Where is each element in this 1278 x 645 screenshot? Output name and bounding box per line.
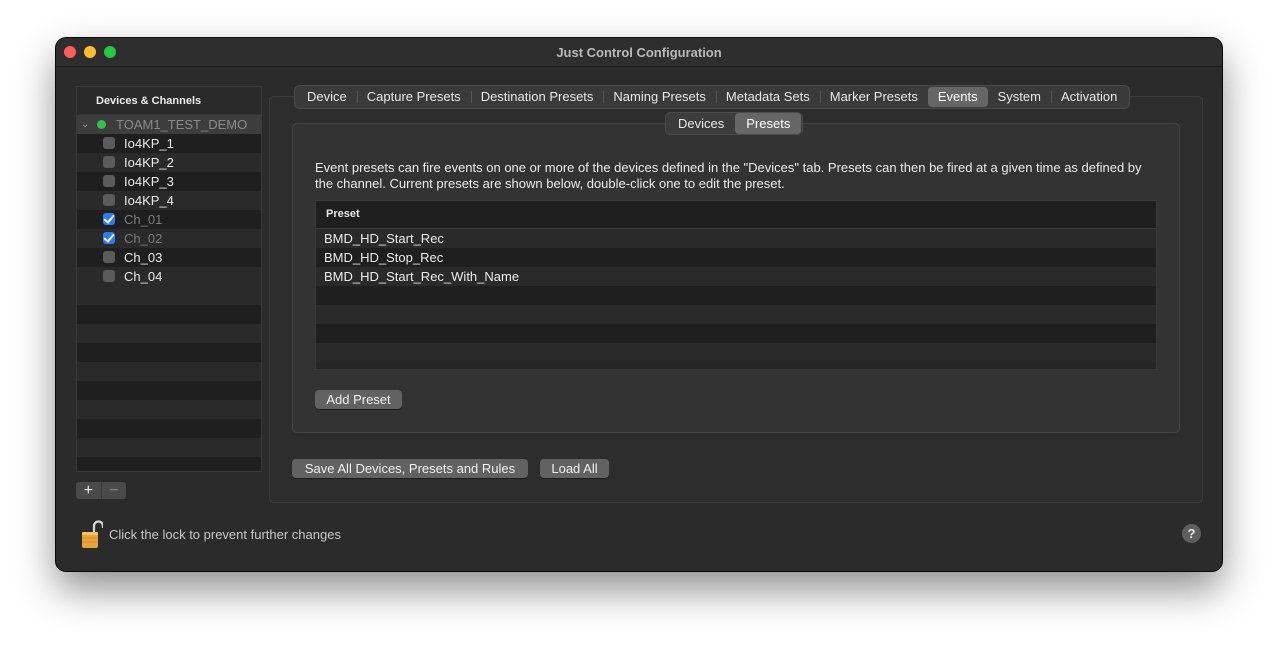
channel-label: Io4KP_3 (124, 174, 174, 189)
channel-row[interactable]: Io4KP_1 (77, 134, 261, 153)
lock-instruction: Click the lock to prevent further change… (109, 527, 341, 542)
subtab-devices[interactable]: Devices (667, 113, 735, 134)
channel-row[interactable]: Io4KP_4 (77, 191, 261, 210)
empty-row (316, 324, 1156, 343)
channel-row[interactable]: Io4KP_3 (77, 172, 261, 191)
table-header-preset[interactable]: Preset (316, 201, 1156, 229)
save-all-button[interactable]: Save All Devices, Presets and Rules (292, 459, 528, 478)
remove-device-button[interactable]: − (100, 482, 127, 499)
empty-row (77, 324, 261, 343)
events-subtabs: Devices Presets (665, 112, 804, 135)
enable-checkbox[interactable] (103, 156, 115, 168)
channel-label: Io4KP_1 (124, 136, 174, 151)
add-preset-button[interactable]: Add Preset (315, 390, 402, 409)
empty-row (316, 305, 1156, 324)
tab-naming-presets[interactable]: Naming Presets (603, 87, 715, 107)
unlocked-lock-icon[interactable] (81, 519, 103, 549)
tab-activation[interactable]: Activation (1050, 87, 1127, 107)
preset-row[interactable]: BMD_HD_Stop_Rec (316, 248, 1156, 267)
main-tabs: Device Capture Presets Destination Prese… (294, 85, 1131, 109)
enable-checkbox[interactable] (103, 194, 115, 206)
tab-capture-presets[interactable]: Capture Presets (356, 87, 471, 107)
tab-events[interactable]: Events (927, 87, 988, 107)
devices-channels-list[interactable]: Devices & Channels ⌄ TOAM1_TEST_DEMO Io4… (76, 86, 262, 472)
channel-row[interactable]: Io4KP_2 (77, 153, 261, 172)
channel-label: Io4KP_2 (124, 155, 174, 170)
add-device-button[interactable]: + (76, 482, 101, 499)
title-bar: Just Control Configuration (56, 38, 1222, 67)
chevron-down-icon[interactable]: ⌄ (81, 115, 89, 134)
device-row-root[interactable]: ⌄ TOAM1_TEST_DEMO (77, 115, 261, 134)
channel-label: Io4KP_4 (124, 193, 174, 208)
help-button[interactable]: ? (1182, 524, 1201, 543)
preset-row[interactable]: BMD_HD_Start_Rec (316, 229, 1156, 248)
window-title: Just Control Configuration (556, 45, 722, 60)
enable-checkbox[interactable] (103, 175, 115, 187)
empty-row (77, 400, 261, 419)
channel-row[interactable]: Ch_01 (77, 210, 261, 229)
channel-label: Ch_01 (124, 212, 163, 227)
empty-row (77, 438, 261, 457)
enable-checkbox[interactable] (103, 270, 115, 282)
preset-row[interactable]: BMD_HD_Start_Rec_With_Name (316, 267, 1156, 286)
empty-row (77, 362, 261, 381)
tab-metadata-sets[interactable]: Metadata Sets (715, 87, 820, 107)
enable-checkbox[interactable] (103, 251, 115, 263)
tab-destination-presets[interactable]: Destination Presets (470, 87, 604, 107)
channel-row[interactable]: Ch_03 (77, 248, 261, 267)
status-dot-icon (97, 120, 106, 129)
sidebar-header: Devices & Channels (77, 87, 261, 115)
channel-label: Ch_03 (124, 250, 163, 265)
empty-row (316, 343, 1156, 362)
empty-row (77, 305, 261, 324)
enable-checkbox[interactable] (103, 213, 115, 225)
subtab-presets[interactable]: Presets (735, 113, 802, 134)
channel-row[interactable]: Ch_04 (77, 267, 261, 286)
empty-row (77, 419, 261, 438)
tab-marker-presets[interactable]: Marker Presets (819, 87, 928, 107)
presets-table[interactable]: Preset BMD_HD_Start_Rec BMD_HD_Stop_Rec BM… (315, 200, 1157, 370)
enable-checkbox[interactable] (103, 137, 115, 149)
app-window: Just Control Configuration Devices & Cha… (56, 38, 1222, 571)
add-remove-control: + − (76, 482, 126, 499)
channel-row[interactable]: Ch_02 (77, 229, 261, 248)
enable-checkbox[interactable] (103, 232, 115, 244)
empty-row (77, 286, 261, 305)
device-label: TOAM1_TEST_DEMO (116, 117, 248, 132)
tab-device[interactable]: Device (297, 87, 357, 107)
empty-row (77, 381, 261, 400)
channel-label: Ch_02 (124, 231, 163, 246)
empty-row (316, 286, 1156, 305)
load-all-button[interactable]: Load All (540, 459, 609, 478)
tab-system[interactable]: System (988, 87, 1051, 107)
empty-row (77, 457, 261, 471)
channel-label: Ch_04 (124, 269, 163, 284)
events-description: Event presets can fire events on one or … (315, 160, 1142, 191)
empty-row (77, 343, 261, 362)
